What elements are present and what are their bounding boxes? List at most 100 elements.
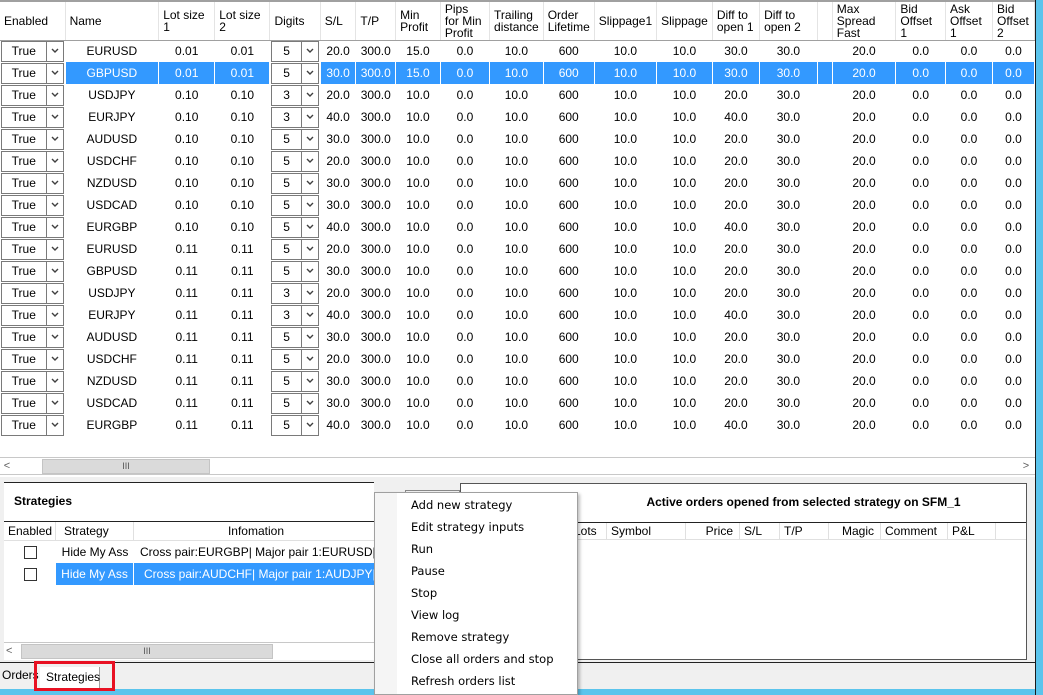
cell-take-profit[interactable]: 300.0 bbox=[356, 304, 396, 326]
cell-diff-open-2[interactable]: 30.0 bbox=[760, 128, 818, 150]
cell-take-profit[interactable]: 300.0 bbox=[356, 128, 396, 150]
cell-min-profit[interactable]: 10.0 bbox=[396, 84, 441, 106]
table-row[interactable]: True AUDUSD 0.10 0.10 5 30.0 300.0 10.0 0.0 10.0 6… bbox=[0, 128, 1035, 150]
cell-min-profit[interactable]: 10.0 bbox=[396, 150, 441, 172]
col-header-ask-offset-1[interactable]: Ask Offset 1 bbox=[945, 2, 994, 41]
cell-min-profit[interactable]: 10.0 bbox=[396, 216, 441, 238]
orders-col-comment[interactable]: Comment bbox=[881, 523, 948, 539]
cell-name[interactable]: EURGBP bbox=[65, 414, 159, 436]
enabled-dropdown[interactable]: True bbox=[1, 128, 64, 150]
cell-diff-open-2[interactable]: 30.0 bbox=[760, 392, 818, 414]
cell-blank[interactable] bbox=[817, 326, 832, 348]
cell-trailing-distance[interactable]: 10.0 bbox=[490, 172, 544, 194]
cell-max-spread-fast[interactable]: 20.0 bbox=[832, 392, 896, 414]
cell-bid-offset-1[interactable]: 0.0 bbox=[896, 238, 946, 260]
cell-lot-size-1[interactable]: 0.01 bbox=[159, 40, 215, 62]
col-header-information[interactable]: Infomation bbox=[134, 522, 374, 540]
cell-order-lifetime[interactable]: 600 bbox=[543, 414, 594, 436]
cell-slippage-1[interactable]: 10.0 bbox=[594, 392, 656, 414]
digits-dropdown[interactable]: 5 bbox=[271, 260, 319, 282]
cell-max-spread-fast[interactable]: 20.0 bbox=[832, 150, 896, 172]
cell-slippage-1[interactable]: 10.0 bbox=[594, 62, 658, 84]
enabled-dropdown[interactable]: True bbox=[1, 150, 64, 172]
cell-lot-size-2[interactable]: 0.11 bbox=[215, 392, 270, 414]
enabled-dropdown[interactable]: True bbox=[1, 348, 64, 370]
cell-order-lifetime[interactable]: 600 bbox=[543, 128, 594, 150]
col-header-bid-offset-1[interactable]: Bid Offset 1 bbox=[895, 2, 946, 41]
cell-blank[interactable] bbox=[817, 62, 833, 84]
cell-ask-offset-1[interactable]: 0.0 bbox=[945, 282, 992, 304]
cell-stop-loss[interactable]: 40.0 bbox=[320, 106, 356, 128]
cell-name[interactable]: NZDUSD bbox=[65, 370, 159, 392]
cell-min-profit[interactable]: 10.0 bbox=[396, 392, 441, 414]
table-row[interactable]: True GBPUSD 0.11 0.11 5 30.0 300.0 10.0 0.0 10.0 6… bbox=[0, 260, 1035, 282]
cell-bid-offset-1[interactable]: 0.0 bbox=[896, 304, 946, 326]
cell-pips-min-profit[interactable]: 0.0 bbox=[440, 370, 489, 392]
enabled-dropdown[interactable]: True bbox=[1, 40, 64, 62]
cell-min-profit[interactable]: 10.0 bbox=[396, 106, 441, 128]
cell-min-profit[interactable]: 10.0 bbox=[396, 238, 441, 260]
cell-ask-offset-1[interactable]: 0.0 bbox=[945, 106, 992, 128]
cell-trailing-distance[interactable]: 10.0 bbox=[490, 150, 544, 172]
digits-dropdown[interactable]: 3 bbox=[271, 282, 319, 304]
cell-order-lifetime[interactable]: 600 bbox=[543, 150, 594, 172]
cell-lot-size-1[interactable]: 0.10 bbox=[159, 172, 215, 194]
enabled-dropdown[interactable]: True bbox=[1, 194, 64, 216]
cell-ask-offset-1[interactable]: 0.0 bbox=[945, 84, 992, 106]
cell-name[interactable]: EURUSD bbox=[65, 238, 159, 260]
cell-order-lifetime[interactable]: 600 bbox=[543, 172, 594, 194]
cell-stop-loss[interactable]: 30.0 bbox=[320, 392, 356, 414]
cell-lot-size-2[interactable]: 0.01 bbox=[214, 62, 271, 84]
menu-item-close-all-orders-and-stop[interactable]: Close all orders and stop bbox=[411, 652, 554, 666]
cell-pips-min-profit[interactable]: 0.0 bbox=[440, 326, 489, 348]
cell-lot-size-2[interactable]: 0.11 bbox=[215, 238, 270, 260]
cell-bid-offset-1[interactable]: 0.0 bbox=[896, 194, 946, 216]
cell-trailing-distance[interactable]: 10.0 bbox=[490, 238, 544, 260]
cell-blank[interactable] bbox=[817, 370, 832, 392]
chevron-down-icon[interactable] bbox=[45, 415, 63, 435]
cell-pips-min-profit[interactable]: 0.0 bbox=[440, 348, 489, 370]
cell-diff-open-1[interactable]: 40.0 bbox=[712, 106, 759, 128]
cell-bid-offset-2[interactable]: 0.0 bbox=[993, 150, 1035, 172]
cell-pips-min-profit[interactable]: 0.0 bbox=[440, 304, 489, 326]
cell-order-lifetime[interactable]: 600 bbox=[543, 194, 594, 216]
enabled-dropdown[interactable]: True bbox=[1, 62, 64, 84]
enabled-dropdown[interactable]: True bbox=[1, 216, 64, 238]
col-header-digits[interactable]: Digits bbox=[269, 2, 321, 41]
cell-bid-offset-2[interactable]: 0.0 bbox=[993, 194, 1035, 216]
col-header-name[interactable]: Name bbox=[65, 2, 160, 41]
cell-lot-size-1[interactable]: 0.10 bbox=[159, 128, 215, 150]
col-header-blank[interactable] bbox=[817, 2, 833, 41]
cell-name[interactable]: EURGBP bbox=[65, 216, 159, 238]
cell-pips-min-profit[interactable]: 0.0 bbox=[440, 172, 489, 194]
cell-trailing-distance[interactable]: 10.0 bbox=[490, 194, 544, 216]
strategy-row[interactable]: Hide My Ass Cross pair:AUDCHF| Major pair… bbox=[4, 563, 374, 585]
table-row[interactable]: True USDCHF 0.10 0.10 5 20.0 300.0 10.0 0.0 10.0 6… bbox=[0, 150, 1035, 172]
chevron-down-icon[interactable] bbox=[300, 393, 318, 413]
cell-ask-offset-1[interactable]: 0.0 bbox=[945, 128, 992, 150]
cell-slippage-2[interactable]: 10.0 bbox=[657, 326, 713, 348]
cell-blank[interactable] bbox=[817, 282, 832, 304]
cell-blank[interactable] bbox=[817, 194, 832, 216]
cell-diff-open-2[interactable]: 30.0 bbox=[760, 150, 818, 172]
cell-trailing-distance[interactable]: 10.0 bbox=[490, 128, 544, 150]
cell-diff-open-2[interactable]: 30.0 bbox=[760, 40, 818, 62]
cell-name[interactable]: USDCAD bbox=[65, 194, 159, 216]
strategies-horizontal-scrollbar[interactable]: < III bbox=[4, 642, 374, 660]
cell-bid-offset-2[interactable]: 0.0 bbox=[993, 282, 1035, 304]
cell-slippage-2[interactable]: 10.0 bbox=[657, 84, 713, 106]
cell-diff-open-1[interactable]: 40.0 bbox=[712, 414, 759, 436]
cell-trailing-distance[interactable]: 10.0 bbox=[490, 414, 544, 436]
cell-min-profit[interactable]: 10.0 bbox=[396, 282, 441, 304]
chevron-down-icon[interactable] bbox=[300, 173, 318, 193]
cell-diff-open-1[interactable]: 20.0 bbox=[712, 326, 759, 348]
chevron-down-icon[interactable] bbox=[300, 107, 318, 127]
cell-stop-loss[interactable]: 30.0 bbox=[320, 326, 356, 348]
cell-name[interactable]: USDJPY bbox=[65, 282, 159, 304]
col-header-pips-for-min-profit[interactable]: Pips for Min Profit bbox=[440, 2, 491, 41]
cell-strategy[interactable]: Hide My Ass bbox=[56, 541, 134, 563]
cell-slippage-2[interactable]: 10.0 bbox=[657, 128, 713, 150]
cell-slippage-2[interactable]: 10.0 bbox=[657, 216, 713, 238]
cell-lot-size-2[interactable]: 0.10 bbox=[215, 216, 270, 238]
cell-diff-open-1[interactable]: 20.0 bbox=[712, 194, 759, 216]
